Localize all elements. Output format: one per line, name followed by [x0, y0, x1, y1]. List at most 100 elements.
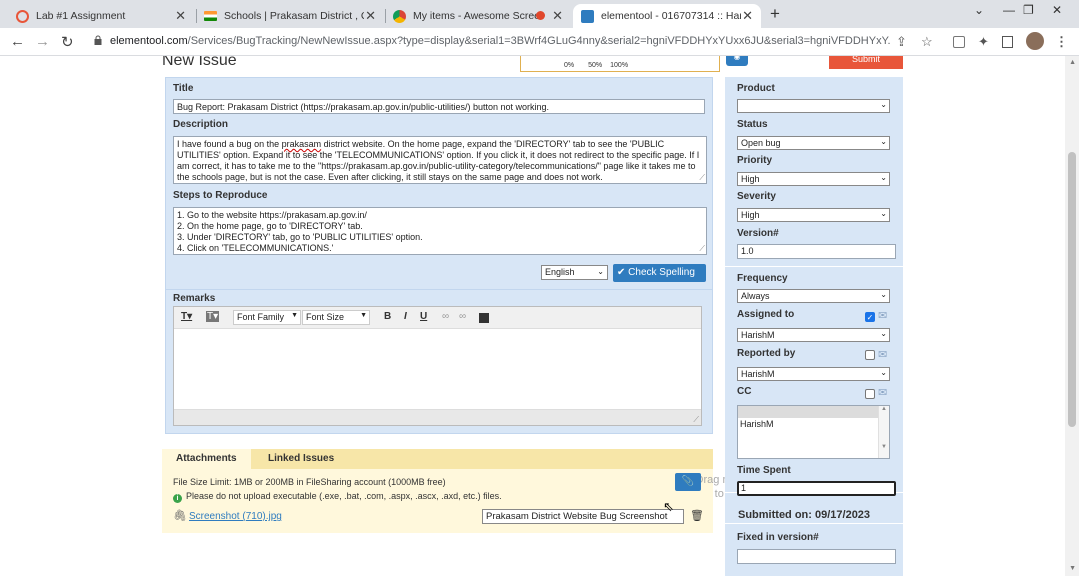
tab-title: elementool - 016707314 :: Harish — [601, 10, 741, 22]
image-icon[interactable] — [479, 313, 489, 323]
browser-tab-lab-assignment[interactable]: Lab #1 Assignment ✕ — [8, 4, 194, 28]
india-flag-icon — [204, 11, 217, 21]
cc-scrollbar[interactable]: ▲ ▼ — [878, 406, 889, 458]
steps-label: Steps to Reproduce — [173, 190, 268, 201]
time-spent-input[interactable]: 1 — [737, 481, 896, 496]
cc-selected-row[interactable] — [738, 406, 878, 418]
frequency-label: Frequency — [737, 273, 788, 284]
priority-label: Priority — [737, 155, 773, 166]
cc-label: CC — [737, 386, 752, 397]
browser-tab-bar: Lab #1 Assignment ✕ Schools | Prakasam D… — [0, 0, 1079, 28]
reported-by-select[interactable]: HarishM ⌄ — [737, 367, 890, 381]
steps-textarea[interactable]: 1. Go to the website https://prakasam.ap… — [173, 207, 707, 255]
assigned-to-select[interactable]: HarishM ⌄ — [737, 328, 890, 342]
editor-toolbar: T▾ T▾ Font Family ▼ Font Size ▼ B I U ∞ ∞ — [174, 307, 701, 329]
link-icon[interactable]: ∞ — [442, 311, 449, 322]
tab-attachments[interactable]: Attachments — [162, 449, 251, 469]
tab-search-icon[interactable]: ⌄ — [974, 3, 984, 17]
title-label: Title — [173, 83, 194, 94]
browser-tab-schools[interactable]: Schools | Prakasam District , Gove ✕ — [196, 4, 384, 28]
minimize-icon[interactable]: — — [1003, 3, 1015, 17]
bookmark-star-icon[interactable]: ☆ — [921, 34, 933, 50]
close-tab-icon[interactable]: ✕ — [742, 8, 753, 24]
language-select[interactable]: English ⌄ — [541, 265, 608, 280]
version-input[interactable]: 1.0 — [737, 244, 896, 259]
attachment-file-link[interactable]: Screenshot (710).jpg — [189, 511, 282, 522]
chevron-down-icon: ⌄ — [880, 173, 887, 182]
browser-tab-elementool[interactable]: elementool - 016707314 :: Harish ✕ — [573, 4, 761, 28]
divider — [165, 289, 713, 290]
chevron-down-icon: ⌄ — [880, 290, 887, 299]
lock-icon[interactable] — [94, 35, 102, 45]
avatar[interactable] — [1026, 32, 1044, 50]
fixed-in-version-label: Fixed in version# — [737, 532, 819, 543]
eye-icon[interactable]: ◉ — [726, 56, 748, 66]
frequency-select[interactable]: Always ⌄ — [737, 289, 890, 303]
title-input[interactable]: Bug Report: Prakasam District (https://p… — [173, 99, 705, 114]
close-window-icon[interactable]: ✕ — [1052, 3, 1062, 17]
text-color-icon[interactable]: T▾ — [181, 311, 192, 322]
scroll-down-icon[interactable]: ▼ — [1069, 565, 1076, 572]
unlink-icon[interactable]: ∞ — [459, 311, 466, 322]
trash-icon[interactable]: 🗑 — [690, 509, 704, 522]
scroll-up-icon[interactable]: ▲ — [1069, 59, 1076, 66]
fixed-in-version-input[interactable] — [737, 549, 896, 564]
menu-icon[interactable]: ⋮ — [1055, 34, 1068, 50]
status-select[interactable]: Open bug ⌄ — [737, 136, 890, 150]
resize-grip-icon[interactable]: ⟋ — [693, 415, 699, 425]
reported-notify-checkbox[interactable] — [865, 350, 875, 360]
address-bar[interactable]: elementool.com/Services/BugTracking/NewN… — [110, 35, 890, 47]
new-tab-icon[interactable]: + — [770, 4, 780, 24]
close-tab-icon[interactable]: ✕ — [552, 8, 563, 24]
upload-warning: i Please do not upload executable (.exe, … — [173, 491, 502, 503]
description-textarea[interactable]: I have found a bug on the prakasam distr… — [173, 136, 707, 184]
chevron-down-icon: ⌄ — [880, 329, 887, 338]
italic-button[interactable]: I — [404, 311, 407, 322]
divider — [725, 523, 903, 524]
scrollbar-thumb[interactable] — [1068, 152, 1076, 427]
underline-button[interactable]: U — [420, 311, 427, 322]
assigned-to-label: Assigned to — [737, 309, 795, 320]
background-color-icon[interactable]: T▾ — [206, 311, 220, 322]
cc-notify-checkbox[interactable] — [865, 389, 875, 399]
chevron-down-icon: ⌄ — [880, 368, 887, 377]
attachment-description-input[interactable]: Prakasam District Website Bug Screenshot — [482, 509, 684, 524]
side-panel-icon[interactable] — [1002, 36, 1013, 48]
extension-icon[interactable] — [953, 36, 965, 48]
browser-tab-my-items[interactable]: My items - Awesome Screen ✕ — [385, 4, 571, 28]
close-tab-icon[interactable]: ✕ — [365, 8, 376, 24]
cc-list-item[interactable]: HarishM — [740, 419, 774, 429]
close-tab-icon[interactable]: ✕ — [175, 8, 186, 24]
back-icon[interactable]: ← — [10, 33, 25, 50]
severity-select[interactable]: High ⌄ — [737, 208, 890, 222]
attach-file-button[interactable]: 📎 — [675, 473, 701, 491]
tab-title: Schools | Prakasam District , Gove — [224, 10, 364, 22]
check-spelling-button[interactable]: ✔ Check Spelling — [613, 264, 706, 282]
priority-select[interactable]: High ⌄ — [737, 172, 890, 186]
submit-button[interactable]: Submit — [829, 56, 903, 69]
forward-icon[interactable]: → — [35, 33, 50, 50]
spinner-icon — [16, 9, 29, 23]
step-line: 1. Go to the website https://prakasam.ap… — [177, 210, 367, 220]
bold-button[interactable]: B — [384, 311, 391, 322]
page-scrollbar[interactable]: ▲ ▼ — [1065, 56, 1079, 576]
step-line: 2. On the home page, go to 'DIRECTORY' t… — [177, 221, 363, 231]
puzzle-icon[interactable]: ✦ — [978, 34, 989, 50]
tab-linked-issues[interactable]: Linked Issues — [254, 449, 348, 469]
resize-grip-icon[interactable]: ⟋ — [699, 243, 705, 254]
assigned-notify-checkbox[interactable]: ✓ — [865, 312, 875, 322]
recording-icon — [536, 11, 545, 20]
remarks-editor[interactable]: T▾ T▾ Font Family ▼ Font Size ▼ B I U ∞ ∞ … — [173, 306, 702, 426]
paperclip-icon: 🖇 — [173, 510, 187, 522]
font-family-select[interactable]: Font Family ▼ — [233, 310, 301, 325]
font-size-select[interactable]: Font Size ▼ — [302, 310, 370, 325]
cc-listbox[interactable]: HarishM ▲ ▼ — [737, 405, 890, 459]
submitted-date: Submitted on: 09/17/2023 — [738, 509, 871, 521]
resize-grip-icon[interactable]: ⟋ — [699, 172, 705, 183]
reload-icon[interactable]: ↻ — [61, 33, 74, 51]
page-content: New Issue 0% 50% 100% ◉ Submit Title Bug R… — [0, 56, 1079, 576]
product-select[interactable]: ⌄ — [737, 99, 890, 113]
file-size-limit: File Size Limit: 1MB or 200MB in FileSha… — [173, 477, 446, 487]
share-icon[interactable]: ⇪ — [896, 34, 907, 50]
restore-icon[interactable]: ❐ — [1023, 3, 1034, 17]
